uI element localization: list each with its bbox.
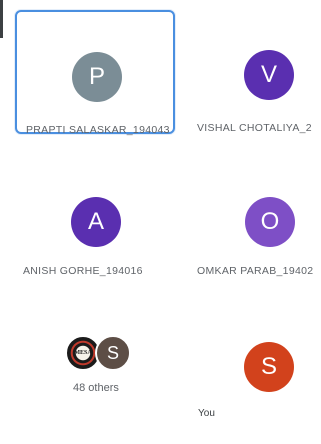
participant-avatar: O: [245, 197, 295, 247]
participant-mini-avatar: S: [95, 335, 131, 371]
participant-avatar: P: [72, 52, 122, 102]
participant-name: ANISH GORHE_194016: [23, 265, 143, 277]
others-count-label: 48 others: [73, 382, 119, 394]
window-edge: [0, 0, 3, 38]
participant-tile-vishal[interactable]: V VISHAL CHOTALIYA_2: [190, 10, 321, 134]
others-group-tile[interactable]: MESA S 48 others: [15, 320, 175, 444]
participant-avatar: V: [244, 50, 294, 100]
participant-name: VISHAL CHOTALIYA_2: [197, 122, 312, 134]
self-avatar: S: [244, 342, 294, 392]
self-tile[interactable]: S You: [190, 320, 321, 444]
participant-tile-omkar[interactable]: O OMKAR PARAB_19402: [190, 170, 321, 294]
participant-tile-prapti[interactable]: P PRAPTI SALASKAR_194043: [15, 10, 175, 136]
participant-avatar: A: [71, 197, 121, 247]
participant-tile-anish[interactable]: A ANISH GORHE_194016: [15, 170, 175, 294]
participant-name: OMKAR PARAB_19402: [197, 265, 314, 277]
self-label: You: [198, 408, 215, 419]
participant-name: PRAPTI SALASKAR_194043: [26, 124, 170, 136]
